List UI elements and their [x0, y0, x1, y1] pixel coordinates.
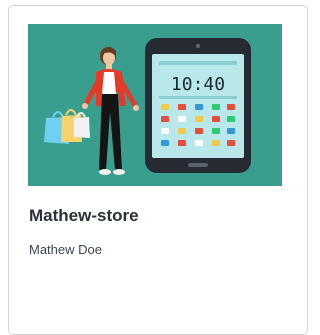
store-thumbnail-illustration: 10:40	[28, 24, 282, 186]
phone-clock-text: 10:40	[171, 74, 225, 95]
store-thumbnail[interactable]: 10:40	[28, 24, 282, 186]
smartphone-icon: 10:40	[145, 38, 251, 173]
store-name[interactable]: Mathew-store	[29, 206, 139, 226]
store-card[interactable]: 10:40 Mathew-store Mathew Doe	[8, 5, 308, 335]
store-owner: Mathew Doe	[29, 242, 102, 257]
